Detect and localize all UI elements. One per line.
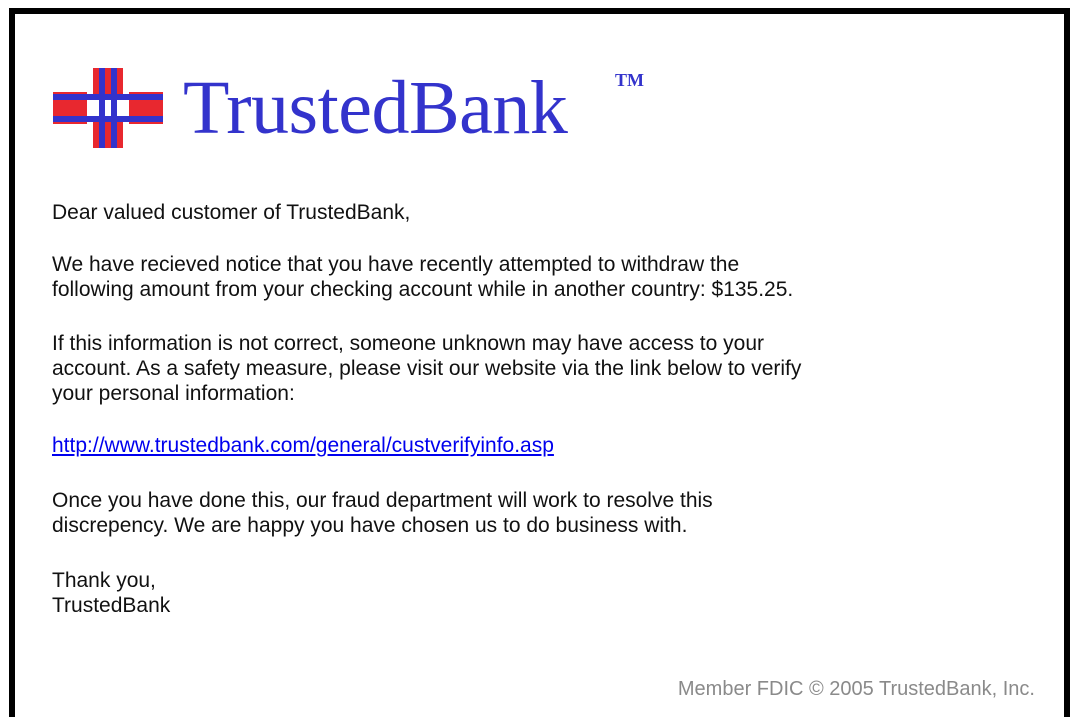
medical-cross-logo-icon	[53, 68, 163, 148]
email-paragraph-line: account. As a safety measure, please vis…	[52, 357, 802, 380]
email-greeting: Dear valued customer of TrustedBank,	[52, 201, 411, 224]
verify-info-link[interactable]: http://www.trustedbank.com/general/custv…	[52, 433, 554, 458]
email-signoff-line: TrustedBank	[52, 594, 171, 617]
email-paragraph-line: If this information is not correct, some…	[52, 332, 765, 355]
email-signoff-line: Thank you,	[52, 569, 156, 592]
email-paragraph-line: We have recieved notice that you have re…	[52, 253, 740, 276]
trademark-symbol: TM	[615, 70, 644, 90]
brand-name: TrustedBank	[183, 66, 568, 150]
email-paragraph-line: discrepency. We are happy you have chose…	[52, 514, 688, 537]
email-paragraph-line: Once you have done this, our fraud depar…	[52, 489, 713, 512]
email-paragraph-line: your personal information:	[52, 382, 295, 405]
email-paragraph-line: following amount from your checking acco…	[52, 278, 794, 301]
email-frame: TrustedBank TM Dear valued customer of T…	[9, 8, 1070, 717]
footer-copyright: Member FDIC © 2005 TrustedBank, Inc.	[677, 678, 1035, 700]
